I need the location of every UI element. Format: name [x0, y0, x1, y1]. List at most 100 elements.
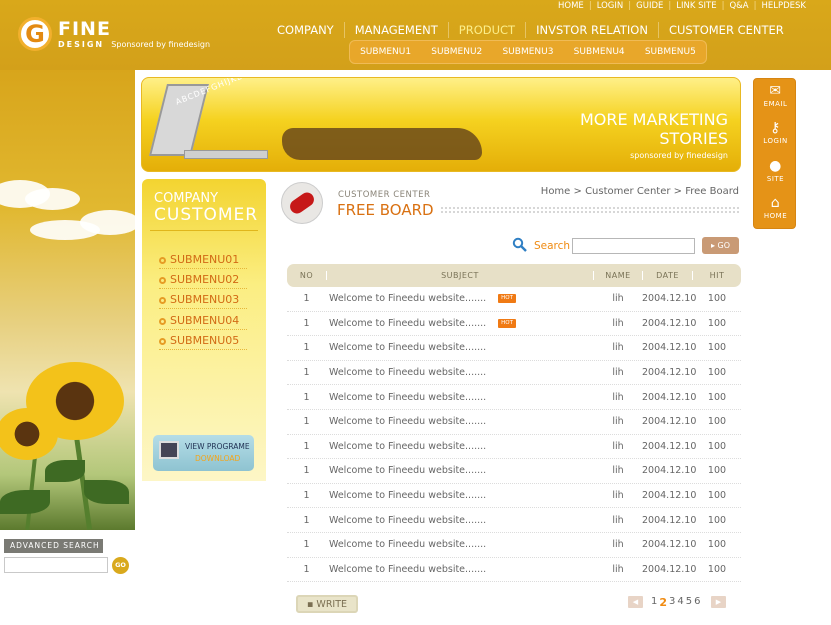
row-subject[interactable]: Welcome to Fineedu website....... — [329, 490, 486, 501]
nav-customer-center[interactable]: CUSTOMER CENTER — [659, 22, 794, 38]
table-row[interactable]: 1 Welcome to Fineedu website....... lih 200… — [287, 558, 741, 583]
advanced-search-input[interactable] — [4, 557, 108, 573]
nav-company[interactable]: COMPANY — [267, 22, 345, 38]
quick-site-label: SITE — [766, 175, 785, 183]
page-number[interactable]: 2 — [659, 596, 667, 609]
row-subject[interactable]: Welcome to Fineedu website....... — [329, 342, 486, 353]
row-subject[interactable]: Welcome to Fineedu website....... — [329, 416, 486, 427]
left-menu-item-2[interactable]: SUBMENU02 — [159, 273, 247, 289]
logo-name: FINE — [58, 18, 111, 40]
table-row[interactable]: 1 Welcome to Fineedu website....... lih 200… — [287, 336, 741, 361]
row-no: 1 — [303, 539, 310, 551]
utility-link-site[interactable]: LINK SITE — [671, 1, 721, 11]
nav-investor-relation[interactable]: INVSTOR RELATION — [526, 22, 659, 38]
write-label: WRITE — [316, 599, 348, 610]
row-hit: 100 — [707, 293, 727, 305]
row-date: 2004.12.10 — [642, 391, 697, 403]
page-number[interactable]: 4 — [677, 596, 683, 609]
row-name: lih — [612, 514, 624, 526]
row-subject[interactable]: Welcome to Fineedu website....... — [329, 441, 486, 452]
quick-email[interactable]: ✉ EMAIL — [754, 83, 797, 108]
house-icon: ⌂ — [770, 195, 781, 211]
sub-nav: SUBMENU1 SUBMENU2 SUBMENU3 SUBMENU4 SUBM… — [349, 40, 707, 64]
quick-site[interactable]: ● SITE — [754, 158, 797, 183]
utility-link-qa[interactable]: Q&A — [724, 1, 753, 11]
row-subject[interactable]: Welcome to Fineedu website....... — [329, 539, 486, 550]
table-row[interactable]: 1 Welcome to Fineedu website....... lih 200… — [287, 459, 741, 484]
subnav-item-4[interactable]: SUBMENU4 — [574, 47, 625, 57]
row-date: 2004.12.10 — [642, 416, 697, 428]
table-row[interactable]: 1 Welcome to Fineedu website....... HOT lih… — [287, 312, 741, 337]
download-label: VIEW PROGRAME — [185, 442, 250, 451]
nav-management[interactable]: MANAGEMENT — [345, 22, 449, 38]
row-no: 1 — [303, 293, 310, 305]
search-input[interactable] — [572, 238, 695, 254]
nav-product[interactable]: PRODUCT — [449, 22, 527, 38]
row-subject[interactable]: Welcome to Fineedu website....... — [329, 367, 486, 378]
row-subject[interactable]: Welcome to Fineedu website....... — [329, 515, 486, 526]
prev-page-button[interactable]: ◀ — [628, 596, 643, 608]
row-subject[interactable]: Welcome to Fineedu website....... — [329, 392, 486, 403]
row-subject[interactable]: Welcome to Fineedu website....... — [329, 293, 486, 304]
left-menu-item-1[interactable]: SUBMENU01 — [159, 253, 247, 269]
row-name: lih — [612, 440, 624, 452]
subnav-item-1[interactable]: SUBMENU1 — [360, 47, 411, 57]
table-row[interactable]: 1 Welcome to Fineedu website....... lih 200… — [287, 385, 741, 410]
utility-link-helpdesk[interactable]: HELPDESK — [756, 1, 811, 11]
row-name: lih — [612, 539, 624, 551]
page-number[interactable]: 6 — [694, 596, 700, 609]
table-row[interactable]: 1 Welcome to Fineedu website....... lih 200… — [287, 533, 741, 558]
row-hit: 100 — [707, 342, 727, 354]
section-label: CUSTOMER CENTER — [338, 190, 431, 200]
table-row[interactable]: 1 Welcome to Fineedu website....... lih 200… — [287, 410, 741, 435]
left-menu-item-5[interactable]: SUBMENU05 — [159, 334, 247, 350]
bullet-icon — [159, 256, 166, 264]
row-no: 1 — [303, 440, 310, 452]
quick-home[interactable]: ⌂ HOME — [754, 195, 797, 220]
monitor-icon — [159, 441, 179, 459]
download-program-button[interactable]: VIEW PROGRAME DOWNLOAD — [153, 435, 254, 471]
table-row[interactable]: 1 Welcome to Fineedu website....... lih 200… — [287, 435, 741, 460]
left-menu-title2: CUSTOMER — [154, 205, 259, 225]
row-subject[interactable]: Welcome to Fineedu website....... — [329, 465, 486, 476]
write-button[interactable]: ▪ WRITE — [296, 595, 358, 613]
left-menu-item-label: SUBMENU03 — [170, 293, 240, 306]
site-logo[interactable]: G FINE DESIGN Sponsored by finedesign — [18, 17, 210, 51]
page-number[interactable]: 3 — [669, 596, 675, 609]
row-date: 2004.12.10 — [642, 367, 697, 379]
laptop-base — [184, 150, 268, 159]
subnav-item-2[interactable]: SUBMENU2 — [431, 47, 482, 57]
row-name: lih — [612, 293, 624, 305]
row-hit: 100 — [707, 539, 727, 551]
table-row[interactable]: 1 Welcome to Fineedu website....... lih 200… — [287, 508, 741, 533]
row-subject[interactable]: Welcome to Fineedu website....... — [329, 318, 486, 329]
left-menu-item-label: SUBMENU02 — [170, 273, 240, 286]
utility-link-login[interactable]: LOGIN — [592, 1, 629, 11]
left-menu-item-label: SUBMENU01 — [170, 253, 240, 266]
banner-title-line2: STORIES — [659, 129, 728, 148]
subnav-item-3[interactable]: SUBMENU3 — [502, 47, 553, 57]
table-row[interactable]: 1 Welcome to Fineedu website....... HOT lih… — [287, 287, 741, 312]
row-hit: 100 — [707, 440, 727, 452]
breadcrumb: Home > Customer Center > Free Board — [540, 186, 739, 197]
row-subject[interactable]: Welcome to Fineedu website....... — [329, 564, 486, 575]
globe-icon: ● — [769, 158, 782, 174]
table-row[interactable]: 1 Welcome to Fineedu website....... lih 200… — [287, 484, 741, 509]
advanced-search-go-button[interactable]: GO — [112, 557, 129, 574]
next-page-button[interactable]: ▶ — [711, 596, 726, 608]
utility-link-home[interactable]: HOME — [553, 1, 589, 11]
left-menu-item-4[interactable]: SUBMENU04 — [159, 314, 247, 330]
left-menu-item-3[interactable]: SUBMENU03 — [159, 293, 247, 309]
subnav-item-5[interactable]: SUBMENU5 — [645, 47, 696, 57]
bullet-icon — [159, 337, 166, 345]
row-no: 1 — [303, 490, 310, 502]
row-date: 2004.12.10 — [642, 465, 697, 477]
page-title: FREE BOARD — [337, 201, 434, 219]
utility-link-guide[interactable]: GUIDE — [631, 1, 668, 11]
quick-login[interactable]: ⚷ LOGIN — [754, 120, 797, 145]
page-number[interactable]: 1 — [651, 596, 657, 609]
key-icon: ⚷ — [770, 120, 781, 136]
search-go-button[interactable]: ▸ GO — [702, 237, 739, 254]
table-row[interactable]: 1 Welcome to Fineedu website....... lih 200… — [287, 361, 741, 386]
page-number[interactable]: 5 — [686, 596, 692, 609]
